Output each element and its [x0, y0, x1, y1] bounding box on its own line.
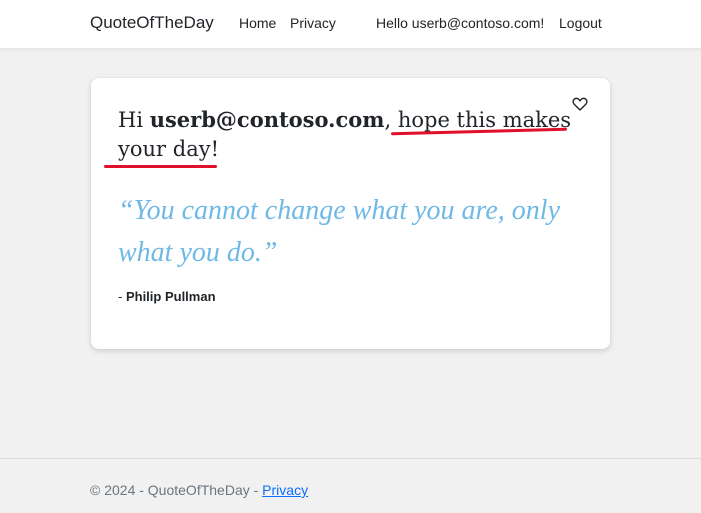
- brand-link[interactable]: QuoteOfTheDay: [90, 13, 214, 33]
- greeting-user: userb@contoso.com: [149, 107, 385, 132]
- greeting-message: Hi userb@contoso.com, hope this makes yo…: [118, 105, 578, 164]
- author-prefix: -: [118, 289, 126, 304]
- footer-privacy-link[interactable]: Privacy: [262, 482, 308, 498]
- nav-privacy-link[interactable]: Privacy: [290, 15, 336, 31]
- navbar: QuoteOfTheDay Home Privacy Hello userb@c…: [0, 0, 701, 49]
- quote-card: Hi userb@contoso.com, hope this makes yo…: [91, 78, 610, 349]
- quote-text: “You cannot change what you are, only wh…: [118, 195, 561, 268]
- footer-text: © 2024 - QuoteOfTheDay - Privacy: [90, 482, 308, 498]
- logout-link[interactable]: Logout: [559, 15, 602, 31]
- greeting-separator: ,: [384, 108, 398, 132]
- nav-home-link[interactable]: Home: [239, 15, 276, 31]
- copyright-text: © 2024 - QuoteOfTheDay -: [90, 482, 263, 498]
- quote-author: - Philip Pullman: [118, 289, 216, 304]
- highlight-underline: [104, 165, 217, 168]
- author-name: Philip Pullman: [125, 289, 216, 304]
- footer: © 2024 - QuoteOfTheDay - Privacy: [0, 458, 701, 513]
- greeting-prefix: Hi: [118, 108, 150, 132]
- user-greeting: Hello userb@contoso.com!: [376, 15, 545, 31]
